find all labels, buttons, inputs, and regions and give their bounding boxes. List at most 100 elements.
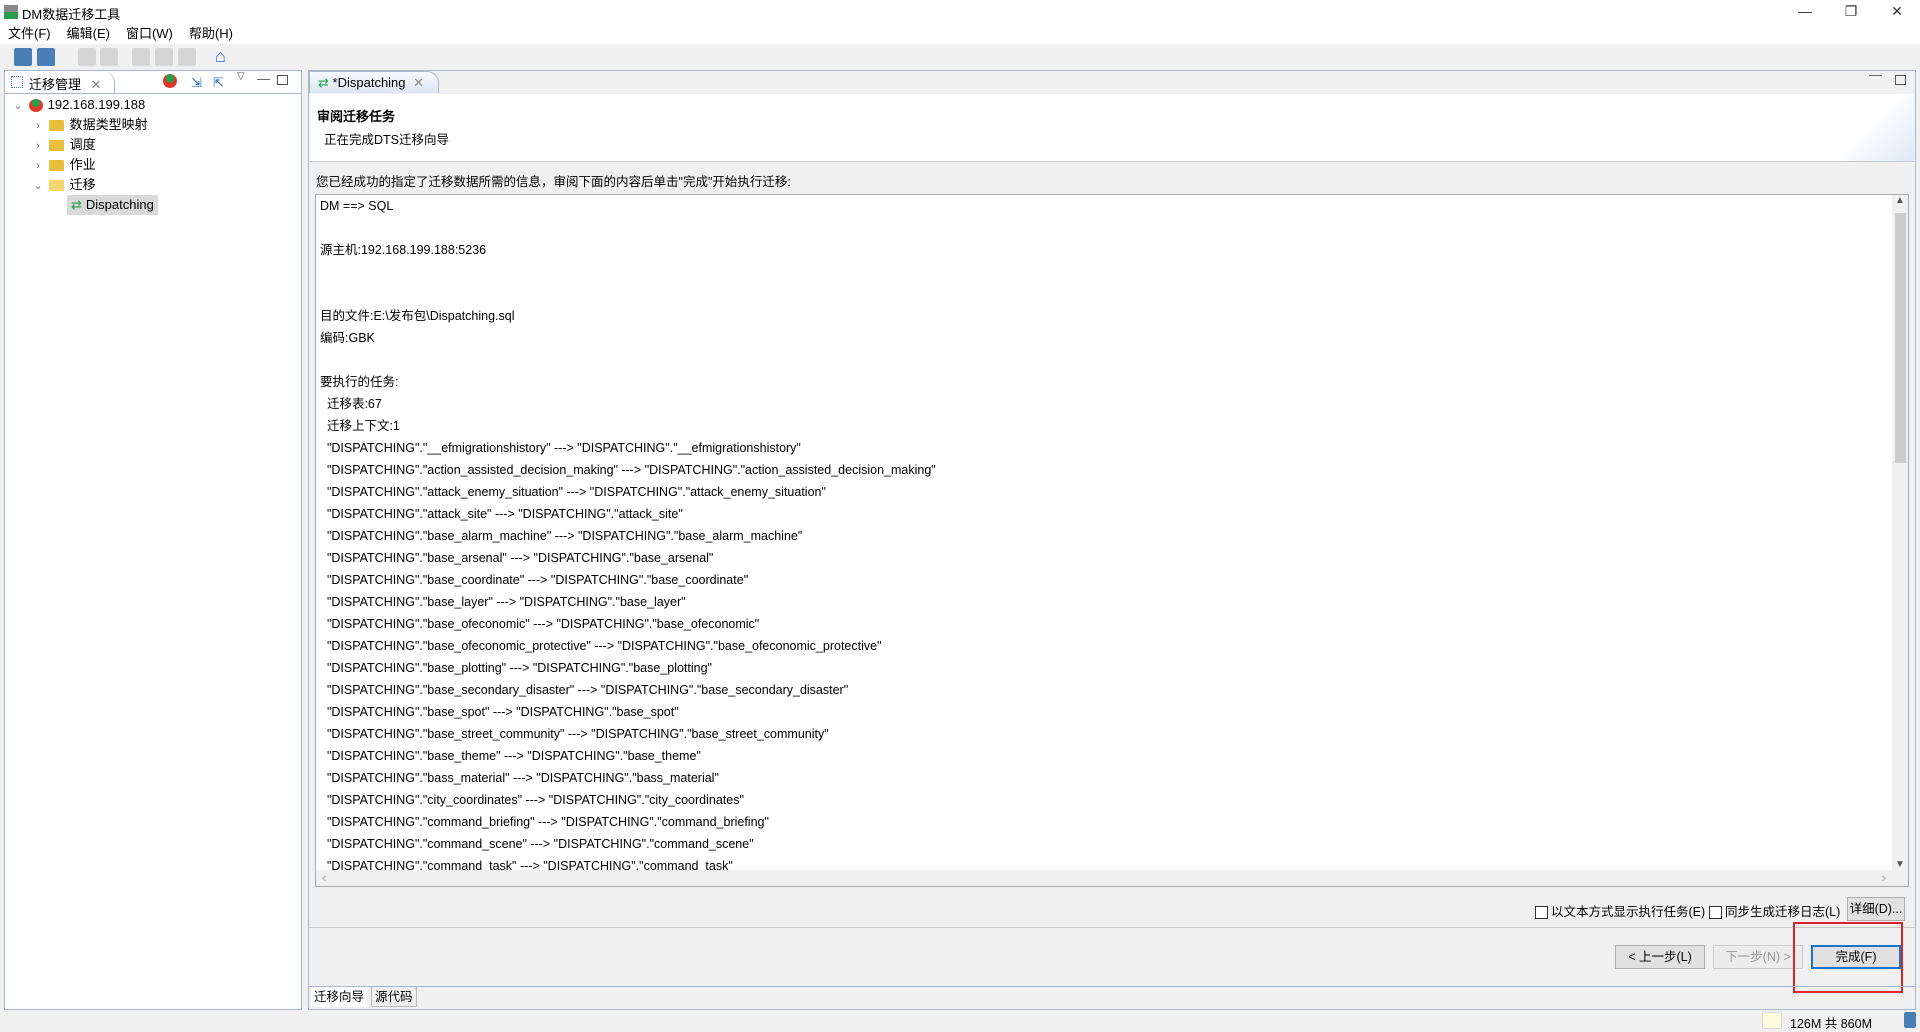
tree-item-server[interactable]: ⌄ 192.168.199.188 — [11, 95, 145, 115]
summary-line: "DISPATCHING"."base_secondary_disaster" … — [320, 683, 849, 697]
folder-open-icon — [48, 180, 64, 192]
menu-file[interactable]: 文件(F) — [0, 24, 59, 44]
summary-line: "DISPATCHING"."base_coordinate" ---> "DI… — [320, 573, 749, 587]
highlight-box — [1793, 922, 1903, 993]
summary-line: "DISPATCHING"."command_scene" ---> "DISP… — [320, 837, 754, 851]
tab-migration-manager[interactable]: 迁移管理 ✕ — [5, 71, 115, 93]
restore-button[interactable]: ❐ — [1828, 0, 1874, 24]
minimize-view-icon[interactable]: — — [257, 71, 270, 86]
tab-label: *Dispatching — [332, 75, 406, 90]
status-indicator — [1762, 1012, 1782, 1029]
summary-line: "DISPATCHING"."attack_site" ---> "DISPAT… — [320, 507, 683, 521]
summary-line: 迁移表:67 — [320, 397, 382, 411]
checkbox[interactable] — [1535, 906, 1548, 920]
cut-icon[interactable] — [132, 48, 150, 66]
summary-line: "DISPATCHING"."city_coordinates" ---> "D… — [320, 793, 744, 807]
save-icon[interactable] — [14, 48, 32, 66]
close-tab-icon[interactable]: ✕ — [413, 75, 424, 90]
tree-item-schedule[interactable]: › 调度 — [31, 135, 96, 156]
menu-bar: 文件(F) 编辑(E) 窗口(W) 帮助(H) — [0, 24, 1920, 44]
summary-line: "DISPATCHING"."base_street_community" --… — [320, 727, 829, 741]
summary-line: 要执行的任务: — [320, 375, 399, 389]
folder-icon — [48, 140, 64, 152]
chevron-right-icon[interactable]: › — [31, 136, 45, 156]
tab-migration-wizard[interactable]: 迁移向导 — [311, 987, 368, 1007]
checkbox-label: 以文本方式显示执行任务(E) — [1551, 905, 1706, 919]
editor-panel: ⇄ *Dispatching ✕ — 审阅迁移任务 正在完成DTS迁移向导 您已… — [308, 67, 1916, 1010]
menu-help[interactable]: 帮助(H) — [181, 24, 241, 44]
checkbox-sync-log[interactable]: 同步生成迁移日志(L) — [1709, 901, 1840, 920]
summary-line: "DISPATCHING"."base_alarm_machine" ---> … — [320, 529, 803, 543]
import-icon[interactable]: ⇲ — [191, 75, 202, 91]
summary-line: "DISPATCHING"."bass_material" ---> "DISP… — [320, 771, 719, 785]
title-bar: DM数据迁移工具 — ❐ ✕ — [0, 0, 1920, 24]
checkbox[interactable] — [1709, 906, 1722, 920]
paste-icon[interactable] — [178, 48, 196, 66]
home-icon[interactable]: ⌂ — [215, 46, 226, 67]
copy-icon[interactable] — [155, 48, 173, 66]
wizard-subtitle: 正在完成DTS迁移向导 — [324, 133, 450, 147]
close-tab-icon[interactable]: ✕ — [91, 77, 102, 92]
tree-item-label: 作业 — [69, 157, 96, 172]
chevron-down-icon[interactable]: ⌄ — [31, 176, 45, 196]
tab-dispatching[interactable]: ⇄ *Dispatching ✕ — [309, 71, 439, 93]
view-menu-icon[interactable]: ▽ — [237, 71, 245, 82]
migration-manager-panel: 迁移管理 ✕ ⇲ ⇱ ▽ — ⌄ 192.168.199.188 › 数据类型映… — [4, 70, 302, 1010]
maximize-view-icon[interactable] — [277, 75, 288, 85]
close-button[interactable]: ✕ — [1874, 0, 1920, 24]
details-button[interactable]: 详细(D)... — [1847, 897, 1905, 921]
summary-line: "DISPATCHING"."command_briefing" ---> "D… — [320, 815, 769, 829]
chevron-right-icon[interactable]: › — [31, 156, 45, 176]
task-summary-textarea[interactable]: DM ==> SQL 源主机:192.168.199.188:5236 目的文件:E… — [315, 194, 1909, 887]
menu-edit[interactable]: 编辑(E) — [59, 24, 118, 44]
summary-line: "DISPATCHING"."base_ofeconomic_protectiv… — [320, 639, 882, 653]
summary-line: "DISPATCHING"."__efmigrationshistory" --… — [320, 441, 801, 455]
memory-usage: 126M 共 860M — [1790, 1017, 1872, 1031]
tree-item-label: 调度 — [69, 137, 96, 152]
export-icon[interactable]: ⇱ — [213, 75, 224, 91]
vertical-scrollbar[interactable]: ▲ ▼ — [1892, 195, 1908, 870]
undo-icon[interactable] — [78, 48, 96, 66]
checkbox-text-mode[interactable]: 以文本方式显示执行任务(E) — [1535, 901, 1705, 920]
back-button[interactable]: < 上一步(L) — [1615, 945, 1705, 969]
minimize-button[interactable]: — — [1782, 0, 1828, 24]
maximize-editor-icon[interactable] — [1895, 75, 1906, 85]
wizard-banner-image — [1844, 94, 1914, 161]
tree-item-label: Dispatching — [85, 197, 154, 212]
tree-item-dispatching[interactable]: ⇄ Dispatching — [67, 195, 158, 215]
summary-line: "DISPATCHING"."base_spot" ---> "DISPATCH… — [320, 705, 679, 719]
next-button: 下一步(N) > — [1713, 945, 1803, 969]
menu-window[interactable]: 窗口(W) — [118, 24, 181, 44]
garbage-collect-icon[interactable] — [1904, 1012, 1916, 1028]
summary-line: "DISPATCHING"."base_theme" ---> "DISPATC… — [320, 749, 701, 763]
scroll-right-icon[interactable]: › — [1882, 870, 1886, 885]
tree-item-jobs[interactable]: › 作业 — [31, 155, 96, 176]
connect-icon[interactable] — [163, 74, 177, 88]
minimize-editor-icon[interactable]: — — [1869, 67, 1882, 82]
scroll-down-icon[interactable]: ▼ — [1895, 859, 1905, 870]
summary-line: "DISPATCHING"."base_plotting" ---> "DISP… — [320, 661, 712, 675]
save-all-icon[interactable] — [37, 48, 55, 66]
scroll-left-icon[interactable]: ‹ — [322, 870, 326, 885]
scroll-up-icon[interactable]: ▲ — [1895, 195, 1905, 206]
redo-icon[interactable] — [100, 48, 118, 66]
chevron-right-icon[interactable]: › — [31, 116, 45, 136]
wizard-title: 审阅迁移任务 — [317, 109, 396, 124]
wizard-header: 审阅迁移任务 正在完成DTS迁移向导 — [310, 94, 1914, 162]
horizontal-scrollbar[interactable]: ‹ › — [316, 870, 1908, 886]
status-bar: 126M 共 860M — [0, 1010, 1920, 1031]
tab-label: 迁移管理 — [29, 77, 82, 92]
summary-line: 迁移上下文:1 — [320, 419, 400, 433]
tree-item-type-mapping[interactable]: › 数据类型映射 — [31, 115, 148, 136]
toolbar: ⌂ — [0, 44, 1920, 70]
tree-item-label: 迁移 — [69, 177, 96, 192]
migration-icon: ⇄ — [71, 197, 82, 212]
scrollbar-thumb[interactable] — [1895, 213, 1906, 463]
chevron-down-icon[interactable]: ⌄ — [11, 96, 25, 116]
tab-source-code[interactable]: 源代码 — [371, 987, 417, 1007]
server-icon — [28, 99, 43, 113]
tree-item-label: 192.168.199.188 — [47, 97, 146, 112]
summary-line: "DISPATCHING"."action_assisted_decision_… — [320, 463, 936, 477]
tree-item-label: 数据类型映射 — [69, 117, 148, 132]
tree-item-migration[interactable]: ⌄ 迁移 — [31, 175, 96, 196]
